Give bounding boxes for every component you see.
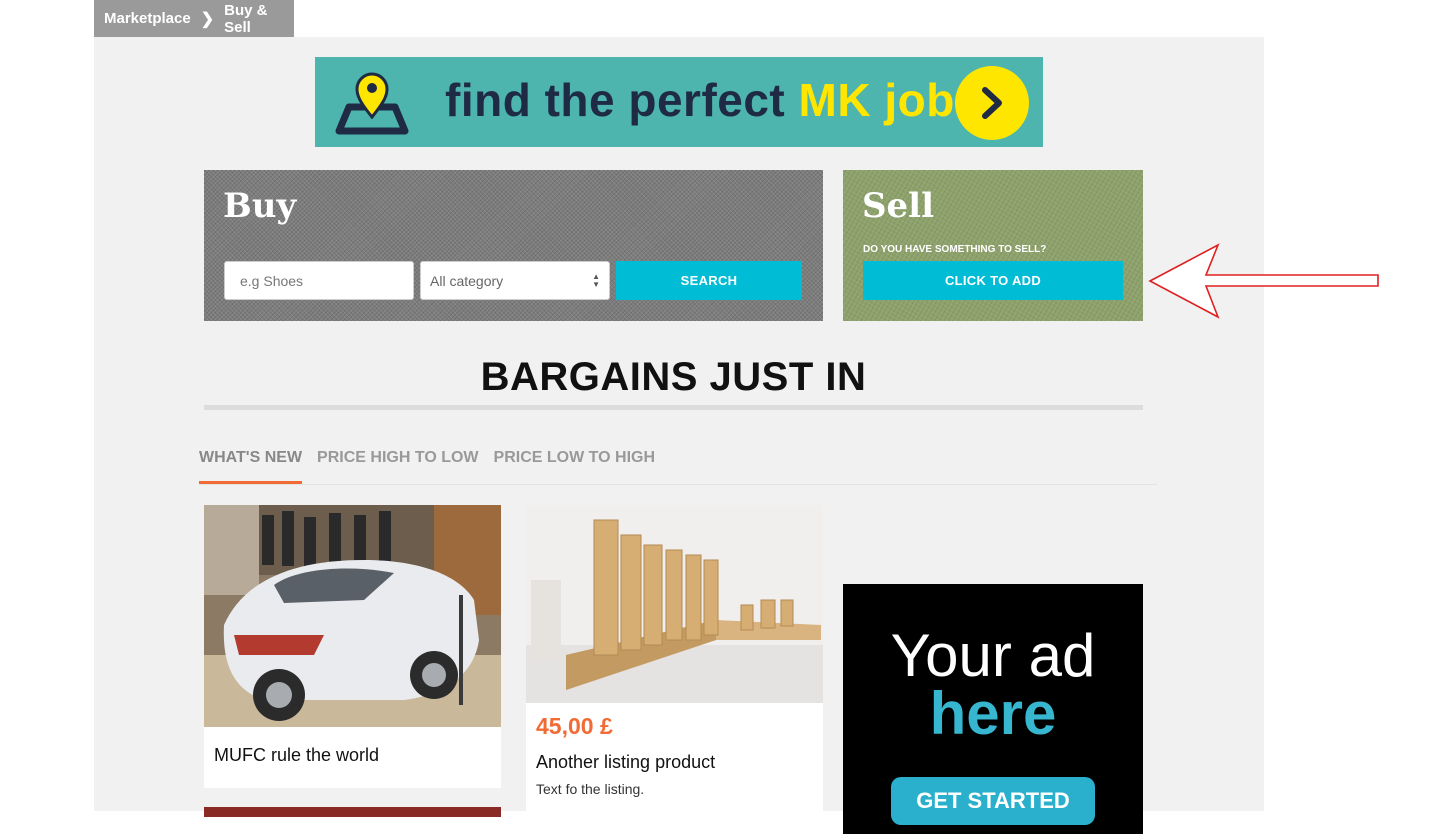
chevron-right-icon [982,87,1002,119]
breadcrumb-marketplace[interactable]: Marketplace [104,10,191,27]
section-title: BARGAINS JUST IN [480,355,867,399]
listing-title[interactable]: MUFC rule the world [214,745,379,766]
sell-panel: Sell DO YOU HAVE SOMETHING TO SELL? CLIC… [843,170,1143,321]
marketplace-page: find the perfect MK job Buy All category… [94,37,1264,834]
banner-text: find the perfect MK job [445,74,955,126]
sort-tabs: WHAT'S NEW PRICE HIGH TO LOW PRICE LOW T… [199,447,670,484]
model-photo [526,505,823,703]
listing-card-partial[interactable] [204,807,501,817]
car-photo [204,505,501,727]
category-select[interactable]: All category ▲ ▼ [420,261,610,300]
ad-line-2: here [929,680,1057,747]
tab-price-low-to-high[interactable]: PRICE LOW TO HIGH [494,447,655,484]
search-button[interactable]: SEARCH [616,261,802,300]
annotation-arrow-icon [1148,243,1379,319]
sell-question: DO YOU HAVE SOMETHING TO SELL? [863,244,1047,255]
advert-box[interactable]: Your ad here GET STARTED [843,584,1143,834]
listing-title[interactable]: Another listing product [536,752,715,773]
listing-image-car[interactable] [204,505,501,727]
listing-card[interactable]: 45,00 £ Another listing product Text fo … [526,505,823,811]
select-updown-icon: ▲ ▼ [592,271,600,289]
ad-line-1: Your ad [890,622,1096,689]
listing-price: 45,00 £ [536,713,613,739]
search-input[interactable] [224,261,414,300]
breadcrumb-buy-sell[interactable]: Buy & Sell [224,2,294,36]
map-pin-icon [335,72,409,135]
tab-price-high-to-low[interactable]: PRICE HIGH TO LOW [317,447,478,484]
category-select-value: All category [430,272,504,289]
listing-image-model[interactable] [526,505,823,703]
sell-title: Sell [862,186,935,226]
buy-panel: Buy All category ▲▼ SEARCH [204,170,823,321]
chevron-right-icon: ❯ [200,10,215,28]
click-to-add-button[interactable]: CLICK TO ADD [863,261,1123,300]
job-banner-ad[interactable]: find the perfect MK job [315,57,1043,147]
banner-arrow-button[interactable] [955,66,1029,140]
section-divider [204,405,1143,410]
listing-card[interactable]: MUFC rule the world [204,505,501,788]
breadcrumb: Marketplace ❯ Buy & Sell [94,0,294,37]
get-started-button[interactable]: GET STARTED [891,777,1095,825]
listing-description: Text fo the listing. [536,781,645,797]
tab-whats-new[interactable]: WHAT'S NEW [199,447,303,484]
tabs-divider [199,484,1157,485]
buy-title: Buy [223,186,297,226]
